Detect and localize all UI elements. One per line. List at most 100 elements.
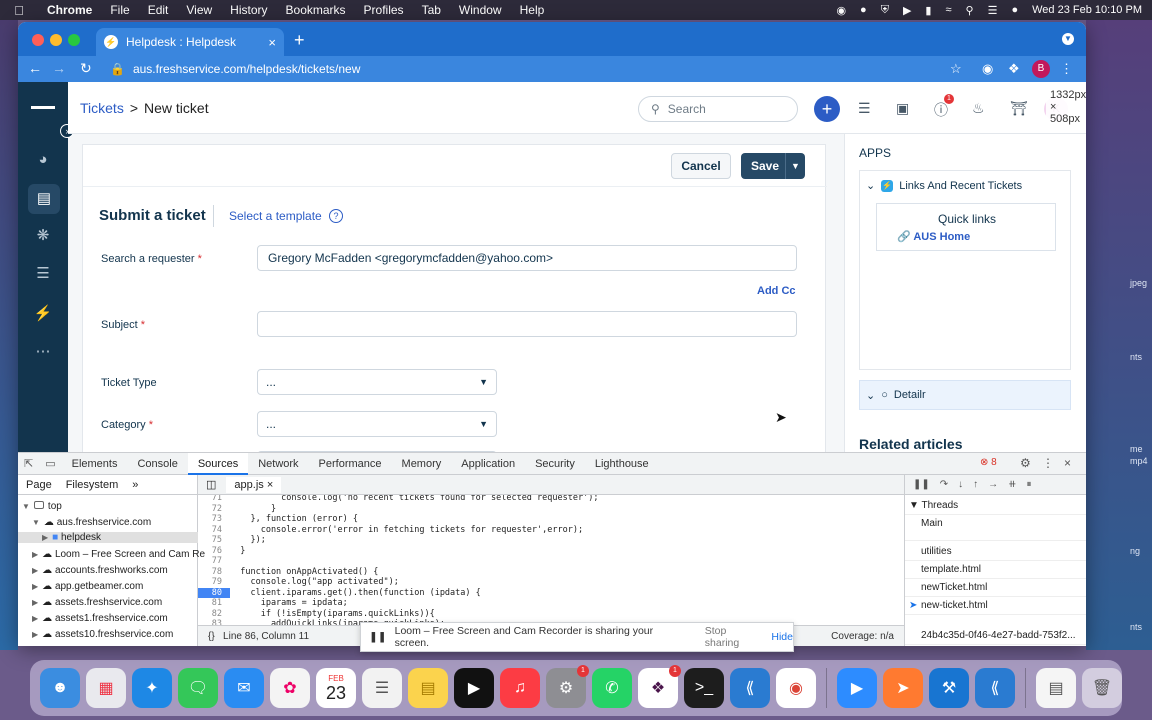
line-number[interactable]: 80 [198, 587, 230, 598]
tickets-icon[interactable]: ▤ [28, 184, 60, 214]
window-close-button[interactable] [32, 34, 44, 46]
zoom-icon[interactable]: ▶ [837, 668, 877, 708]
tab-memory[interactable]: Memory [392, 453, 452, 475]
stop-sharing-button[interactable]: Stop sharing [705, 625, 764, 649]
code-line[interactable]: 74 console.error('error in fetching tick… [198, 525, 904, 536]
line-number[interactable]: 72 [198, 504, 230, 515]
postman-icon[interactable]: ➤ [883, 668, 923, 708]
menu-history[interactable]: History [221, 3, 276, 17]
code-line[interactable]: 77 [198, 556, 904, 567]
tab-application[interactable]: Application [451, 453, 525, 475]
calendar-icon[interactable]: ▣ [896, 100, 909, 117]
thread-item[interactable]: Main [905, 515, 1086, 541]
tree-item[interactable]: ▶ ☁ Loom – Free Screen and Cam Re [32, 549, 205, 560]
menu-help[interactable]: Help [511, 3, 554, 17]
detailr-app-header[interactable]: ⌄ ○ Detailr [859, 380, 1071, 410]
spotlight-search-icon[interactable]: ⚲ [966, 4, 974, 17]
thread-item-active[interactable]: ➤ new-ticket.html [905, 597, 1086, 615]
tree-item[interactable]: ▶ ☁ assets10.freshservice.com [32, 629, 173, 640]
tab-network[interactable]: Network [248, 453, 308, 475]
bookmark-star-icon[interactable]: ☆ [950, 61, 962, 77]
photos-icon[interactable]: ✿ [270, 668, 310, 708]
desktop-file-label[interactable]: nts [1130, 352, 1142, 362]
line-number[interactable]: 73 [198, 514, 230, 525]
new-item-button[interactable]: + [814, 96, 840, 122]
back-icon[interactable]: ← [28, 60, 42, 76]
breadcrumb-tickets[interactable]: Tickets [80, 100, 124, 116]
code-line[interactable]: 71 console.log('no recent tickets found … [198, 495, 904, 504]
app-widget-header[interactable]: ⌄ ⚡ Links And Recent Tickets [866, 179, 1022, 192]
downloads-stack-icon[interactable]: ▤ [1036, 668, 1076, 708]
tree-item[interactable]: ▼ top [22, 501, 62, 512]
requester-input[interactable]: Gregory McFadden <gregorymcfadden@yahoo.… [257, 245, 797, 271]
music-icon[interactable]: ♫ [500, 668, 540, 708]
battery-icon[interactable]: ▮ [925, 4, 931, 17]
code-line[interactable]: 79 console.log("app activated"); [198, 577, 904, 588]
chrome-menu-icon[interactable]: ⋮ [1060, 61, 1073, 77]
menu-file[interactable]: File [101, 3, 138, 17]
whatsapp-icon[interactable]: ✆ [592, 668, 632, 708]
problems-bug-icon[interactable]: ❋ [33, 226, 53, 246]
puzzle-icon[interactable]: ❖ [1008, 61, 1020, 77]
menu-app-name[interactable]: Chrome [38, 3, 101, 17]
tab-performance[interactable]: Performance [309, 453, 392, 475]
ticket-type-select[interactable]: ... ▼ [257, 369, 497, 395]
line-number[interactable]: 79 [198, 577, 230, 588]
tab-search-icon[interactable]: ▼ [1062, 33, 1074, 45]
kebab-menu-icon[interactable]: ⋮ [1042, 456, 1054, 470]
freshservice-logo[interactable] [31, 106, 55, 109]
line-number[interactable]: 77 [198, 556, 230, 567]
navigator-tab-filesystem[interactable]: Filesystem [66, 479, 119, 491]
subject-input[interactable] [257, 311, 797, 337]
line-number[interactable]: 81 [198, 598, 230, 609]
save-button[interactable]: Save ▼ [741, 153, 805, 179]
more-icon[interactable]: ⋯ [33, 342, 53, 362]
desktop-file-label[interactable]: me [1130, 444, 1143, 454]
gear-icon[interactable]: ⚙ [1020, 456, 1031, 470]
window-zoom-button[interactable] [68, 34, 80, 46]
thread-item[interactable]: 24b4c35d-0f46-4e27-badd-753f2... [905, 627, 1086, 645]
mail-icon[interactable]: ✉ [224, 668, 264, 708]
global-search-input[interactable]: ⚲ Search [638, 96, 798, 122]
code-line[interactable]: 76 } [198, 546, 904, 557]
more-tabs-icon[interactable]: » [132, 479, 138, 491]
safari-icon[interactable]: ✦ [132, 668, 172, 708]
deactivate-breakpoints-icon[interactable]: ⧺ [1008, 479, 1016, 490]
store-icon[interactable]: ⛩ [1010, 100, 1028, 117]
pause-icon[interactable]: ❚❚ [913, 479, 930, 490]
desktop-file-label[interactable]: jpeg [1130, 278, 1147, 288]
trash-icon[interactable]: 🗑 [1082, 668, 1122, 708]
system-preferences-icon[interactable]: ⚙ 1 [546, 665, 589, 708]
loom-status-icon[interactable]: ◉ [836, 4, 846, 17]
tasks-icon[interactable]: ☰ [858, 100, 871, 117]
menu-bookmarks[interactable]: Bookmarks [277, 3, 355, 17]
thread-item[interactable]: utilities [905, 543, 1086, 561]
line-number[interactable]: 82 [198, 609, 230, 620]
terminal-icon[interactable]: >_ [684, 668, 724, 708]
step-over-icon[interactable]: ↷ [940, 479, 948, 490]
line-number[interactable]: 76 [198, 546, 230, 557]
code-line[interactable]: 78 function onAppActivated() { [198, 567, 904, 578]
tab-console[interactable]: Console [127, 453, 187, 475]
wifi-icon[interactable]: ≈ [945, 4, 951, 16]
error-count-badge[interactable]: ⊗ 8 [980, 457, 997, 468]
reload-icon[interactable]: ↻ [80, 60, 92, 77]
window-minimize-button[interactable] [50, 34, 62, 46]
releases-icon[interactable]: ⚡ [33, 304, 53, 324]
address-bar[interactable]: 🔒 aus.freshservice.com/helpdesk/tickets/… [102, 57, 970, 81]
control-center-icon[interactable]: ☰ [988, 4, 998, 17]
new-tab-icon[interactable]: + [294, 30, 305, 51]
question-icon[interactable]: ? [329, 209, 343, 223]
pause-on-exceptions-icon[interactable]: ⏸ [1027, 479, 1032, 490]
notes-icon[interactable]: ▤ [408, 668, 448, 708]
line-number[interactable]: 74 [198, 525, 230, 536]
line-number[interactable]: 71 [198, 495, 230, 504]
tab-lighthouse[interactable]: Lighthouse [585, 453, 659, 475]
tree-item[interactable]: ▶ ■ helpdesk [18, 532, 198, 543]
extension-icon[interactable]: ◉ [982, 61, 993, 77]
thread-item[interactable]: template.html [905, 561, 1086, 579]
profile-avatar[interactable]: B [1032, 60, 1050, 78]
toggle-navigator-icon[interactable]: ◫ [206, 478, 216, 491]
messages-icon[interactable]: 🗨 [178, 668, 218, 708]
select-template-link[interactable]: Select a template [229, 209, 322, 223]
